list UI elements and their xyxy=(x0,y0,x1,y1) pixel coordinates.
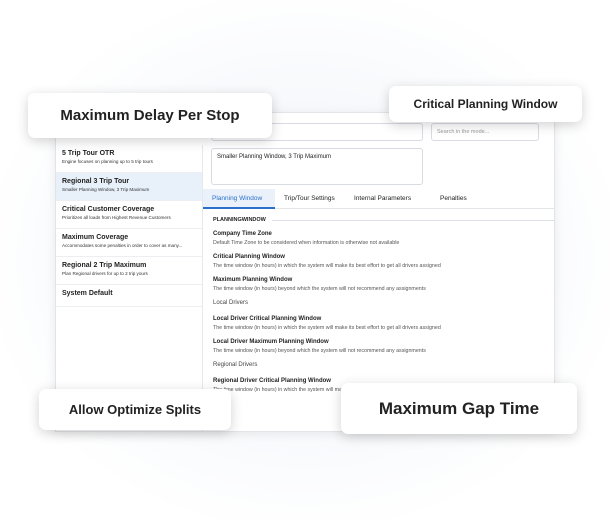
item-title: Regional 2 Trip Maximum xyxy=(62,262,147,269)
field-title: Critical Planning Window xyxy=(213,254,285,260)
section-heading: PLANNINGWINDOW xyxy=(213,217,554,223)
tab-trip-tour-settings[interactable]: Trip/Tour Settings xyxy=(275,189,345,209)
list-item[interactable]: 5 Trip Tour OTR Engine focuses on plannin… xyxy=(56,145,202,173)
group-heading: Regional Drivers xyxy=(213,362,258,368)
search-input[interactable]: Search in the mode... xyxy=(431,123,539,141)
tab-bar: Planning Window Trip/Tour Settings Inter… xyxy=(203,189,554,209)
item-title: System Default xyxy=(62,290,113,297)
tab-planning-window[interactable]: Planning Window xyxy=(203,189,275,209)
list-item[interactable]: Critical Customer Coverage Prioritizes al… xyxy=(56,201,202,229)
field-title: Local Driver Critical Planning Window xyxy=(213,316,322,322)
callout-maximum-delay-per-stop: Maximum Delay Per Stop xyxy=(28,93,272,138)
item-subtitle: Accommodates some penalties in order to … xyxy=(62,243,183,248)
callout-allow-optimize-splits: Allow Optimize Splits xyxy=(39,389,231,430)
group-heading: Local Drivers xyxy=(213,300,249,306)
tab-internal-parameters[interactable]: Internal Parameters xyxy=(345,189,431,209)
item-subtitle: Prioritizes all loads from Highest Reven… xyxy=(62,215,171,220)
callout-critical-planning-window: Critical Planning Window xyxy=(389,86,582,122)
field-title: Local Driver Maximum Planning Window xyxy=(213,339,329,345)
item-title: Critical Customer Coverage xyxy=(62,206,155,213)
list-item[interactable]: System Default xyxy=(56,285,202,307)
list-item[interactable]: Maximum Coverage Accommodates some penalt… xyxy=(56,229,202,257)
item-title: 5 Trip Tour OTR xyxy=(62,150,115,157)
planning-window-content: PLANNINGWINDOW Company Time Zone Default … xyxy=(213,217,554,401)
item-title: Regional 3 Trip Tour xyxy=(62,178,130,185)
item-title: Maximum Coverage xyxy=(62,234,129,241)
item-subtitle: Engine focuses on planning up to 5 trip … xyxy=(62,159,153,164)
tab-penalties[interactable]: Penalties xyxy=(431,189,476,209)
field-title: Company Time Zone xyxy=(213,231,272,237)
field-description: The time window (in hours) beyond which … xyxy=(213,286,426,292)
field-description: Default Time Zone to be considered when … xyxy=(213,240,400,246)
item-subtitle: Smaller Planning Window, 3 Trip Maximum xyxy=(62,187,150,192)
list-item[interactable]: Regional 3 Trip Tour Smaller Planning Win… xyxy=(56,173,202,201)
field-description: The time window (in hours) in which the … xyxy=(213,263,441,269)
field-description: The time window (in hours) in which the … xyxy=(213,325,441,331)
description-textarea[interactable]: Smaller Planning Window, 3 Trip Maximum xyxy=(211,148,423,185)
field-description: The time window (in hours) beyond which … xyxy=(213,348,426,354)
field-title: Maximum Planning Window xyxy=(213,277,293,283)
list-item[interactable]: Regional 2 Trip Maximum Plan Regional dri… xyxy=(56,257,202,285)
callout-maximum-gap-time: Maximum Gap Time xyxy=(341,383,577,434)
item-subtitle: Plan Regional drivers for up to 2 trip y… xyxy=(62,271,148,276)
